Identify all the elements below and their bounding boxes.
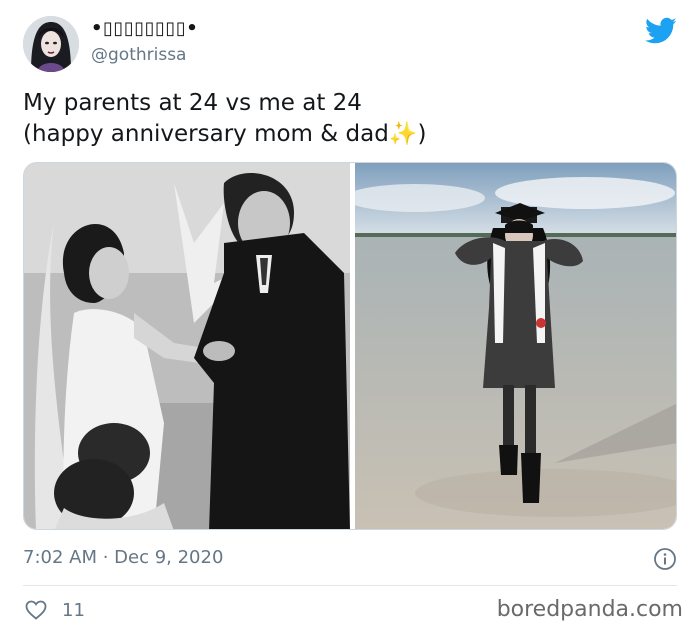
- graduation-photo[interactable]: [345, 163, 676, 529]
- media-grid[interactable]: [23, 162, 677, 530]
- wedding-photo[interactable]: [24, 163, 350, 529]
- avatar[interactable]: [23, 16, 79, 72]
- watermark: boredpanda.com: [496, 597, 683, 622]
- user-handle[interactable]: @gothrissa: [91, 45, 186, 65]
- tweet-timestamp[interactable]: 7:02 AM · Dec 9, 2020: [23, 547, 223, 568]
- twitter-bird-icon: [645, 17, 677, 45]
- heart-icon[interactable]: [24, 598, 48, 622]
- divider: [23, 585, 677, 586]
- display-name[interactable]: •▯▯▯▯▯▯▯▯•: [91, 18, 198, 39]
- tweet-text: My parents at 24 vs me at 24 (happy anni…: [23, 90, 427, 147]
- like-count: 11: [62, 600, 85, 621]
- info-icon[interactable]: [653, 547, 677, 571]
